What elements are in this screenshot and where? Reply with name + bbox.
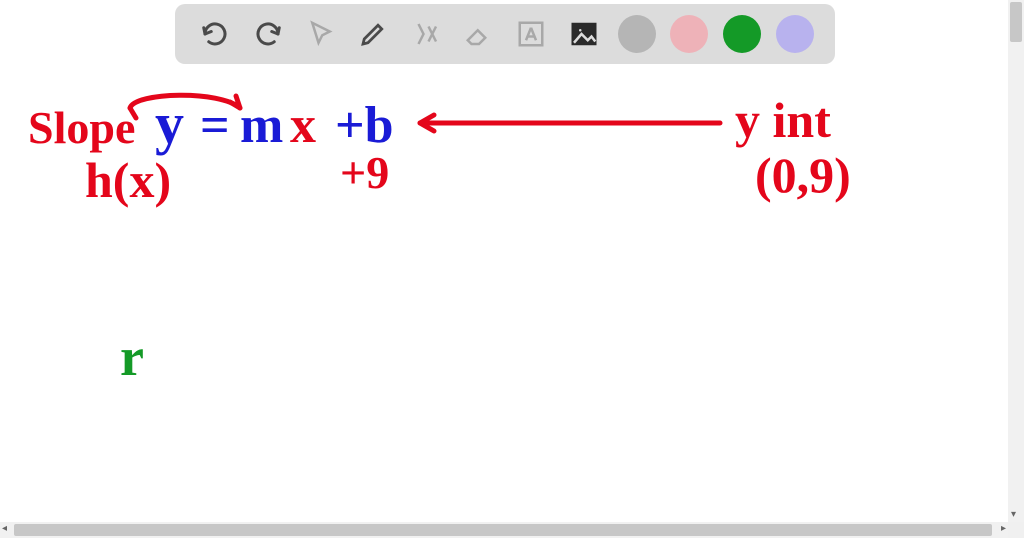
eq-m: m bbox=[240, 100, 283, 152]
scroll-right-icon[interactable]: ▸ bbox=[1001, 523, 1006, 534]
vertical-scrollbar-thumb[interactable] bbox=[1010, 2, 1022, 42]
scroll-corner bbox=[1008, 522, 1024, 538]
eq-x: x bbox=[290, 100, 316, 152]
horizontal-scrollbar-thumb[interactable] bbox=[14, 524, 992, 536]
green-mark: r bbox=[120, 330, 144, 384]
scroll-down-icon[interactable]: ▾ bbox=[1011, 509, 1016, 520]
whiteboard-canvas[interactable]: Slope y = m x +b h(x) +9 y int (0,9) r bbox=[0, 0, 1008, 522]
scroll-left-icon[interactable]: ◂ bbox=[2, 523, 7, 534]
text-icon[interactable] bbox=[512, 15, 550, 53]
slope-label: Slope bbox=[28, 105, 135, 151]
color-lilac[interactable] bbox=[776, 15, 814, 53]
yint-label: y int bbox=[735, 95, 831, 145]
undo-icon[interactable] bbox=[196, 15, 234, 53]
horizontal-scrollbar[interactable]: ◂ ▸ bbox=[0, 522, 1008, 538]
pointer-icon[interactable] bbox=[302, 15, 340, 53]
math-tools-icon[interactable] bbox=[407, 15, 445, 53]
plus-nine: +9 bbox=[340, 150, 389, 196]
yint-point: (0,9) bbox=[755, 150, 851, 200]
hx-label: h(x) bbox=[85, 155, 171, 205]
color-gray[interactable] bbox=[618, 15, 656, 53]
eq-plus-b: +b bbox=[335, 100, 394, 152]
viewport: Slope y = m x +b h(x) +9 y int (0,9) r ▾… bbox=[0, 0, 1024, 538]
eq-equals: = bbox=[200, 100, 230, 152]
annotation-arrows bbox=[0, 0, 1008, 522]
image-icon[interactable] bbox=[565, 15, 603, 53]
toolbar bbox=[175, 4, 835, 64]
pen-icon[interactable] bbox=[354, 15, 392, 53]
eq-y: y bbox=[155, 95, 184, 153]
vertical-scrollbar[interactable]: ▾ bbox=[1008, 0, 1024, 522]
redo-icon[interactable] bbox=[249, 15, 287, 53]
color-pink[interactable] bbox=[670, 15, 708, 53]
color-green[interactable] bbox=[723, 15, 761, 53]
eraser-icon[interactable] bbox=[460, 15, 498, 53]
